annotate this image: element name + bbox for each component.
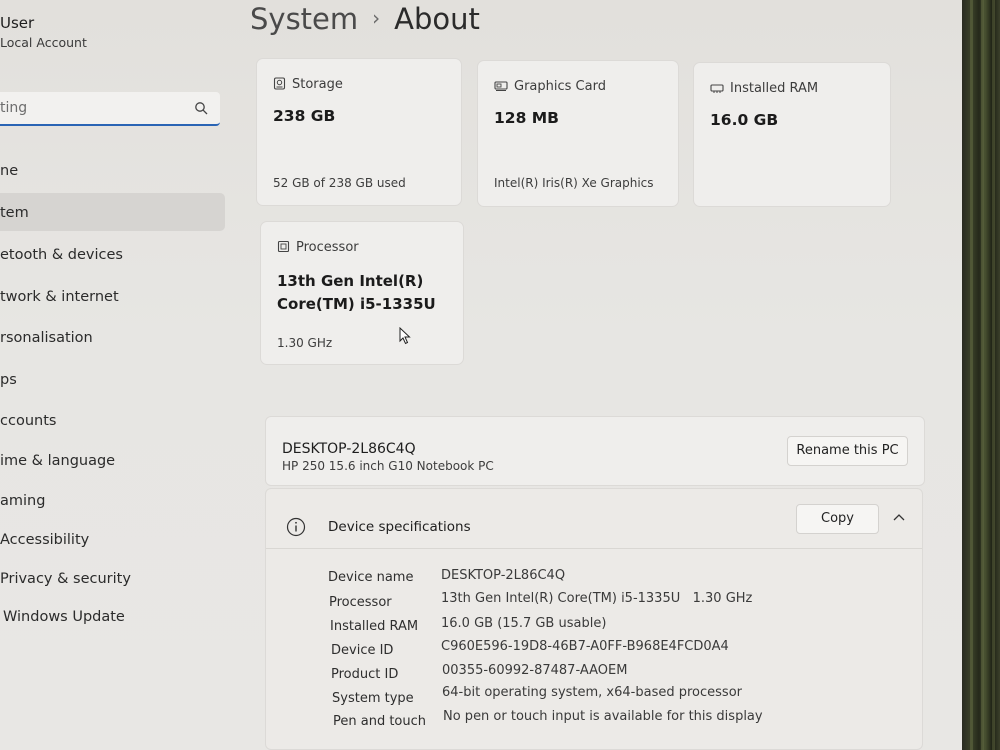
spec-label-system-type: System type xyxy=(332,691,414,706)
spec-label-pen-touch: Pen and touch xyxy=(333,714,427,729)
search-placeholder: ting xyxy=(0,100,28,116)
spec-value-product-id: 00355-60992-87487-AAOEM xyxy=(442,663,628,678)
pc-name: DESKTOP-2L86C4Q xyxy=(282,441,416,457)
spec-value-device-name: DESKTOP-2L86C4Q xyxy=(441,568,566,583)
settings-window: User Local Account ting ne tem etooth & … xyxy=(0,0,970,750)
rename-pc-button[interactable]: Rename this PC xyxy=(787,436,908,466)
sidebar-item-network-internet[interactable]: twork & internet xyxy=(0,289,119,305)
storage-card[interactable]: Storage 238 GB 52 GB of 238 GB used xyxy=(256,58,462,206)
processor-value-line1: 13th Gen Intel(R) xyxy=(277,272,424,290)
sidebar-item-accounts[interactable]: ccounts xyxy=(0,413,56,429)
graphics-card-detail: Intel(R) Iris(R) Xe Graphics xyxy=(494,176,654,190)
spec-value-device-id: C960E596-19D8-46B7-A0FF-B968E4FCD0A4 xyxy=(441,639,729,654)
spec-label-installed-ram: Installed RAM xyxy=(330,619,419,634)
page-title: System › About xyxy=(250,2,480,36)
spec-label-processor: Processor xyxy=(329,595,392,610)
spec-label-device-name: Device name xyxy=(328,570,414,585)
spec-value-installed-ram: 16.0 GB (15.7 GB usable) xyxy=(441,616,607,631)
sidebar-active-highlight xyxy=(0,193,225,231)
info-icon xyxy=(286,517,306,537)
chevron-right-icon: › xyxy=(372,6,381,30)
storage-detail: 52 GB of 238 GB used xyxy=(273,176,406,190)
graphics-card-card[interactable]: Graphics Card 128 MB Intel(R) Iris(R) Xe… xyxy=(477,60,679,207)
spec-value-processor: 13th Gen Intel(R) Core(TM) i5-1335U 1.30… xyxy=(441,591,753,606)
installed-ram-header: Installed RAM xyxy=(710,81,818,96)
installed-ram-label: Installed RAM xyxy=(730,81,819,96)
storage-card-header: Storage xyxy=(273,77,343,92)
sidebar-item-apps[interactable]: ps xyxy=(0,372,17,388)
pc-model: HP 250 15.6 inch G10 Notebook PC xyxy=(282,459,494,473)
storage-label: Storage xyxy=(292,77,343,92)
sidebar-item-windows-update[interactable]: Windows Update xyxy=(3,609,125,625)
device-specifications-header[interactable]: Device specifications Copy xyxy=(266,489,922,549)
copy-button[interactable]: Copy xyxy=(796,504,879,534)
processor-label: Processor xyxy=(296,240,359,255)
sidebar-item-privacy-security[interactable]: Privacy & security xyxy=(0,571,131,587)
sidebar-item-bluetooth-devices[interactable]: etooth & devices xyxy=(0,247,123,263)
graphics-card-label: Graphics Card xyxy=(514,79,606,94)
processor-detail: 1.30 GHz xyxy=(277,336,333,350)
processor-value-line2: Core(TM) i5-1335U xyxy=(277,295,436,313)
mouse-cursor-icon xyxy=(399,327,411,345)
sidebar-item-gaming[interactable]: aming xyxy=(0,493,45,509)
breadcrumb-system[interactable]: System xyxy=(250,2,358,36)
user-account-type: Local Account xyxy=(0,35,87,50)
device-specifications-panel: Device specifications Copy Device name D… xyxy=(265,488,923,750)
storage-icon xyxy=(273,77,286,90)
processor-value: 13th Gen Intel(R) Core(TM) i5-1335U xyxy=(277,270,436,316)
processor-icon xyxy=(277,240,290,253)
spec-label-product-id: Product ID xyxy=(331,667,399,682)
search-icon xyxy=(195,102,208,115)
chevron-up-icon[interactable] xyxy=(892,513,906,523)
processor-header: Processor xyxy=(277,240,359,255)
installed-ram-card[interactable]: Installed RAM 16.0 GB xyxy=(693,62,891,207)
graphics-card-icon xyxy=(494,81,508,91)
spec-label-device-id: Device ID xyxy=(331,643,394,658)
ram-icon xyxy=(710,84,724,93)
sidebar-item-time-language[interactable]: ime & language xyxy=(0,453,115,469)
spec-value-pen-touch: No pen or touch input is available for t… xyxy=(443,709,763,724)
spec-value-system-type: 64-bit operating system, x64-based proce… xyxy=(442,685,742,700)
laptop-bezel-background xyxy=(962,0,1000,750)
graphics-card-header: Graphics Card xyxy=(494,79,606,94)
sidebar-item-personalisation[interactable]: rsonalisation xyxy=(0,330,93,346)
sidebar-item-home[interactable]: ne xyxy=(0,163,18,179)
storage-value: 238 GB xyxy=(273,107,336,125)
pc-name-panel: DESKTOP-2L86C4Q HP 250 15.6 inch G10 Not… xyxy=(265,416,925,486)
user-name: User xyxy=(0,14,35,32)
graphics-card-value: 128 MB xyxy=(494,109,559,127)
settings-search-input[interactable]: ting xyxy=(0,92,220,126)
device-specifications-title: Device specifications xyxy=(328,519,471,535)
installed-ram-value: 16.0 GB xyxy=(710,111,779,129)
sidebar-item-accessibility[interactable]: Accessibility xyxy=(0,532,89,548)
processor-card[interactable]: Processor 13th Gen Intel(R) Core(TM) i5-… xyxy=(260,221,464,365)
sidebar-item-system[interactable]: tem xyxy=(0,205,29,221)
breadcrumb-about: About xyxy=(394,2,480,36)
